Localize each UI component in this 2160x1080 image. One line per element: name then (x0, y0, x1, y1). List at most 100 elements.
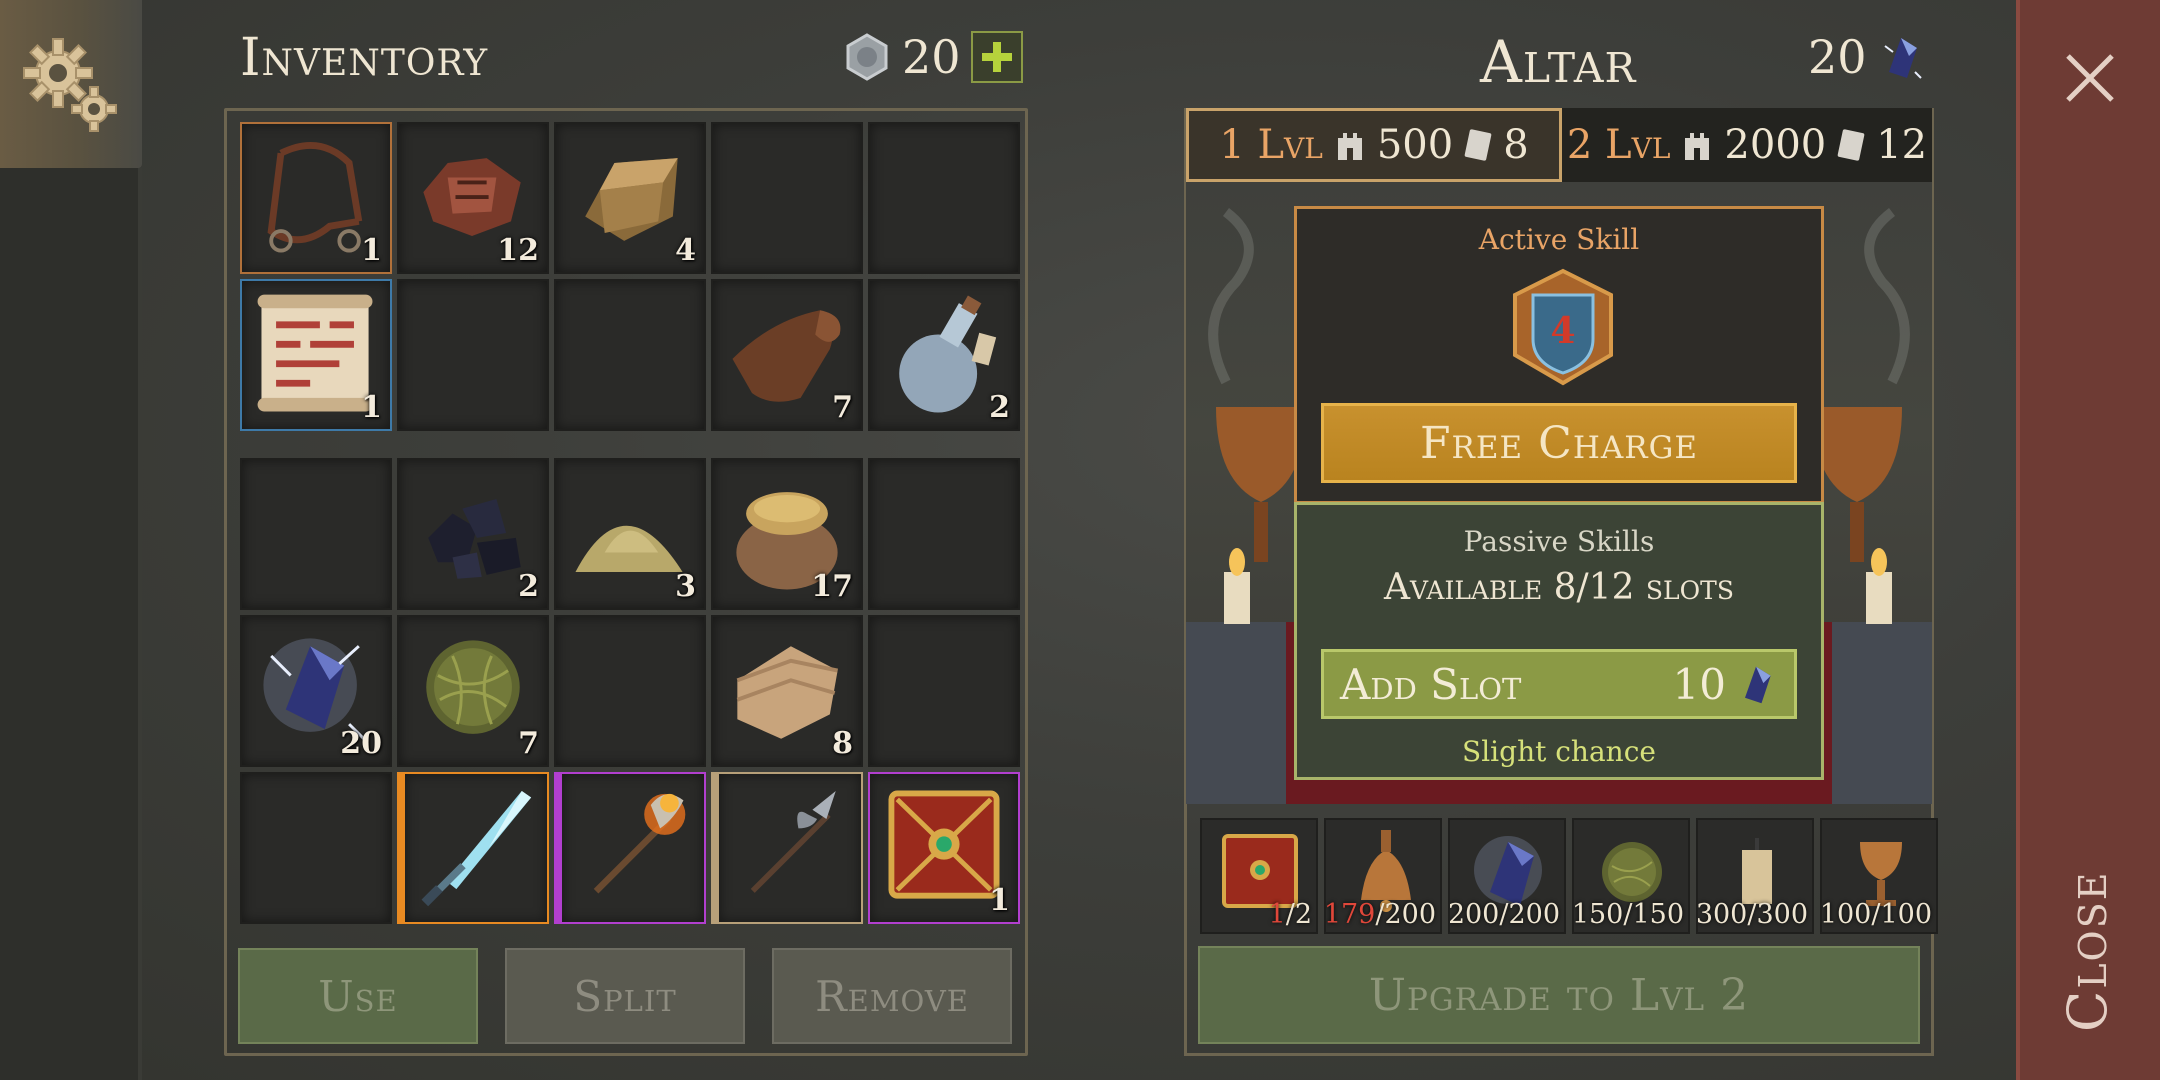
currency-amount: 20 (902, 30, 961, 84)
free-charge-button[interactable]: Free Charge (1321, 403, 1797, 483)
book-requirement: 12 (1876, 122, 1928, 168)
item-quantity: 4 (675, 233, 696, 268)
item-quantity: 7 (518, 726, 539, 761)
requirement-need: /100 (1871, 899, 1932, 930)
requirement-item: 1/2 (1200, 818, 1318, 934)
item-quantity: 12 (497, 233, 539, 268)
requirement-have: 179 (1324, 899, 1376, 930)
skill-shield-icon: 4 (1513, 268, 1613, 386)
upgrade-button[interactable]: Upgrade to Lvl 2 (1198, 946, 1920, 1044)
crystal-icon (1745, 666, 1771, 704)
inventory-slot[interactable]: 12 (397, 122, 549, 274)
passive-skills-panel: Passive Skills Available 8/12 slots Add … (1294, 502, 1824, 780)
requirement-have: 300 (1696, 899, 1748, 930)
close-label[interactable]: Close (2056, 871, 2119, 1032)
add-slot-cost: 10 (1673, 660, 1778, 709)
inventory-slot[interactable]: 1 (240, 122, 392, 274)
add-currency-button[interactable] (970, 31, 1023, 83)
remove-button[interactable]: Remove (772, 948, 1012, 1044)
add-slot-label: Add Slot (1340, 659, 1522, 709)
skill-level-number: 4 (1550, 310, 1575, 352)
inventory-slot-empty[interactable] (868, 615, 1020, 767)
requirement-item: 179/200 (1324, 818, 1442, 934)
add-slot-button[interactable]: Add Slot 10 (1321, 649, 1797, 719)
inventory-title: Inventory (240, 28, 489, 88)
halberd-icon (750, 791, 836, 893)
tower-icon (1685, 133, 1710, 160)
inventory-slot[interactable]: 1 (868, 772, 1020, 924)
inventory-slot-empty[interactable] (554, 279, 706, 431)
inventory-slot[interactable]: 20 (240, 615, 392, 767)
requirement-have: 200 (1448, 899, 1500, 930)
requirement-count: 100/100 (1822, 899, 1932, 930)
ice-sword-icon (421, 791, 532, 907)
requirement-count: 300/300 (1696, 899, 1808, 930)
fire-axe-icon (593, 793, 686, 894)
inventory-slot[interactable]: 7 (711, 279, 863, 431)
item-quantity: 1 (361, 390, 382, 425)
level-2-tab[interactable]: 2 Lvl 2000 12 (1562, 108, 1932, 182)
split-button[interactable]: Split (505, 948, 745, 1044)
requirement-count: 200/200 (1448, 899, 1560, 930)
level-1-tab[interactable]: 1 Lvl 500 8 (1186, 108, 1562, 182)
crystal-amount: 20 (1808, 30, 1867, 84)
requirement-need: /300 (1747, 899, 1808, 930)
inventory-slot-empty[interactable] (397, 279, 549, 431)
requirement-count: 1/2 (1269, 899, 1312, 930)
requirement-need: /150 (1623, 899, 1684, 930)
inventory-slot[interactable]: 4 (554, 122, 706, 274)
gear-icon (23, 38, 117, 132)
inventory-slot[interactable]: 17 (711, 458, 863, 610)
book-requirement: 8 (1503, 122, 1529, 168)
inventory-slot[interactable]: 3 (554, 458, 706, 610)
inventory-slot-empty[interactable] (554, 615, 706, 767)
use-button[interactable]: Use (238, 948, 478, 1044)
silver-coin-icon (846, 33, 888, 81)
item-quantity: 8 (832, 726, 853, 761)
inventory-slot[interactable]: 7 (397, 615, 549, 767)
gold-requirement: 2000 (1724, 122, 1827, 168)
requirement-item: 100/100 (1820, 818, 1938, 934)
inventory-slot-empty[interactable] (240, 458, 392, 610)
requirement-have: 150 (1572, 899, 1624, 930)
item-quantity: 1 (989, 883, 1010, 918)
inventory-grid-top: 1 12 4 1 7 2 (240, 122, 1020, 431)
passive-skills-label: Passive Skills (1463, 525, 1655, 558)
tower-icon (1337, 133, 1362, 160)
altar-title: Altar (1480, 28, 1637, 96)
inventory-currency: 20 (842, 30, 1023, 84)
inventory-slot-empty[interactable] (868, 122, 1020, 274)
book-icon (1464, 129, 1492, 161)
active-skill-panel: Active Skill 4 Free Charge (1294, 206, 1824, 504)
left-panel-strip (0, 168, 142, 1080)
inventory-slot[interactable]: 2 (397, 458, 549, 610)
inventory-slot[interactable]: 2 (868, 279, 1020, 431)
requirement-item: 150/150 (1572, 818, 1690, 934)
inventory-slot[interactable] (397, 772, 549, 924)
level-tabs: 1 Lvl 500 8 2 Lvl 2000 12 (1186, 108, 1932, 182)
available-slots-text: Available 8/12 slots (1384, 567, 1734, 608)
level-label: 1 Lvl (1219, 122, 1323, 168)
settings-button[interactable] (0, 0, 142, 168)
upgrade-requirements: 1/2 179/200 200/200 150/150 300/300 100/… (1200, 818, 1938, 934)
inventory-slot[interactable] (711, 772, 863, 924)
inventory-slot-empty[interactable] (240, 772, 392, 924)
requirement-have: 1 (1268, 899, 1286, 930)
requirement-need: /200 (1499, 899, 1560, 930)
gold-requirement: 500 (1376, 122, 1454, 168)
requirement-need: /2 (1285, 899, 1312, 930)
close-icon[interactable] (2058, 46, 2122, 110)
inventory-slot[interactable]: 8 (711, 615, 863, 767)
level-label: 2 Lvl (1566, 122, 1671, 168)
inventory-slot[interactable] (554, 772, 706, 924)
item-quantity: 7 (832, 390, 853, 425)
crystal-icon (1883, 38, 1922, 79)
inventory-slot[interactable]: 1 (240, 279, 392, 431)
active-skill-label: Active Skill (1478, 223, 1640, 256)
requirement-count: 150/150 (1572, 899, 1684, 930)
book-icon (1837, 129, 1865, 161)
slight-chance-text: Slight chance (1462, 735, 1656, 768)
inventory-slot-empty[interactable] (868, 458, 1020, 610)
item-quantity: 2 (518, 569, 539, 604)
inventory-slot-empty[interactable] (711, 122, 863, 274)
